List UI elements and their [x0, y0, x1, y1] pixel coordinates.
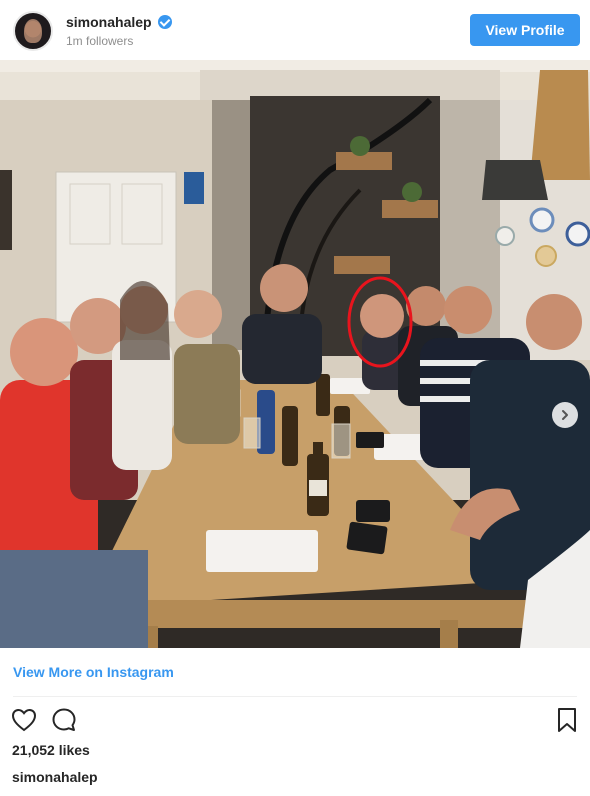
heart-icon[interactable]: [10, 706, 38, 734]
post-header: simonahalep 1m followers View Profile: [0, 0, 590, 60]
divider: [13, 696, 577, 697]
photo-scene: [0, 60, 590, 648]
bookmark-icon[interactable]: [553, 706, 581, 734]
avatar[interactable]: [13, 11, 53, 51]
comment-icon[interactable]: [50, 706, 78, 734]
verified-badge-icon: [157, 15, 172, 29]
likes-count[interactable]: 21,052 likes: [12, 742, 90, 758]
followers-count: 1m followers: [66, 34, 134, 48]
next-photo-button[interactable]: [552, 402, 578, 428]
username[interactable]: simonahalep: [66, 14, 152, 30]
view-more-link[interactable]: View More on Instagram: [13, 664, 174, 680]
chevron-right-icon: [562, 410, 568, 420]
caption-username[interactable]: simonahalep: [12, 769, 98, 785]
view-profile-button[interactable]: View Profile: [470, 14, 580, 46]
username-row: simonahalep: [66, 14, 172, 30]
post-photo[interactable]: [0, 60, 590, 648]
